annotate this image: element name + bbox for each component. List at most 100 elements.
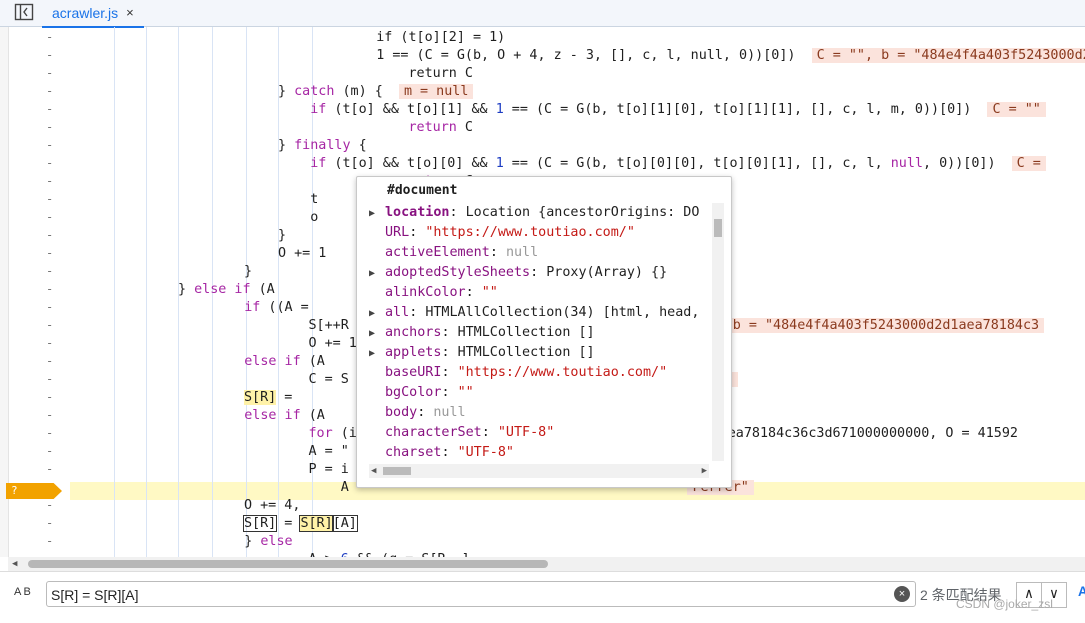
code-line[interactable]: A = " <box>244 443 348 461</box>
editor-scroll-thumb[interactable] <box>28 560 548 568</box>
search-options-icon[interactable]: A <box>1078 584 1085 599</box>
inline-value: = 1, b = "484e4f4a403f5243000d2d1aea7818… <box>679 318 1045 333</box>
property-name: bgColor <box>385 385 442 400</box>
expand-triangle-icon[interactable]: ▶ <box>369 304 385 323</box>
gutter-line-marker[interactable]: - <box>46 228 66 242</box>
code-line[interactable]: t <box>278 191 318 209</box>
expand-triangle-icon[interactable]: ▶ <box>369 344 385 363</box>
property-row[interactable]: activeElement: null <box>369 243 709 263</box>
expand-triangle-icon[interactable]: ▶ <box>369 324 385 343</box>
gutter-line-marker[interactable]: - <box>46 30 66 44</box>
line-gutter[interactable]: ------------------------------ <box>8 27 78 566</box>
file-tab-acrawler[interactable]: acrawler.js × <box>42 0 144 28</box>
gutter-line-marker[interactable]: - <box>46 390 66 404</box>
popover-vertical-scrollbar[interactable] <box>712 203 724 461</box>
property-row[interactable]: bgColor: "" <box>369 383 709 403</box>
code-line[interactable]: if (t[o] && t[o][1] && 1 == (C = G(b, t[… <box>278 101 1046 119</box>
gutter-line-marker[interactable]: - <box>46 336 66 350</box>
gutter-line-marker[interactable]: - <box>46 66 66 80</box>
code-line[interactable]: if (t[o][2] = 1) <box>344 29 505 47</box>
code-line[interactable]: return C <box>344 65 473 83</box>
code-line[interactable]: else if (A <box>212 353 325 371</box>
gutter-line-marker[interactable]: - <box>46 282 66 296</box>
property-row[interactable]: ▶ location: Location {ancestorOrigins: DO <box>369 203 709 223</box>
scroll-left-icon[interactable]: ◀ <box>12 557 17 571</box>
file-tab-label: acrawler.js <box>52 5 119 21</box>
expand-triangle-icon[interactable]: ▶ <box>369 264 385 283</box>
editor-tab-bar: acrawler.js × <box>0 0 1085 28</box>
gutter-line-marker[interactable]: - <box>46 246 66 260</box>
code-line[interactable]: o <box>278 209 318 227</box>
code-line[interactable]: O += 4, <box>244 497 300 515</box>
gutter-line-marker[interactable]: - <box>46 408 66 422</box>
gutter-line-marker[interactable]: - <box>46 192 66 206</box>
gutter-line-marker[interactable]: - <box>46 534 66 548</box>
code-line[interactable]: 1 == (C = G(b, O + 4, z - 3, [], c, l, n… <box>344 47 1085 65</box>
gutter-line-marker[interactable]: - <box>46 48 66 62</box>
close-icon[interactable]: × <box>126 1 134 25</box>
code-token: ((A = <box>260 300 317 315</box>
gutter-line-marker[interactable]: - <box>46 300 66 314</box>
code-line[interactable]: } else <box>212 533 292 551</box>
property-value: HTMLCollection [] <box>457 345 595 360</box>
execution-marker[interactable]: ? <box>6 483 62 499</box>
code-line[interactable]: } <box>244 263 252 281</box>
editor-horizontal-scrollbar[interactable]: ◀ <box>8 557 1085 571</box>
code-token: t <box>278 192 319 207</box>
code-line[interactable]: S[R] = S[R][A] <box>242 515 358 533</box>
property-row[interactable]: URL: "https://www.toutiao.com/" <box>369 223 709 243</box>
gutter-line-marker[interactable]: - <box>46 318 66 332</box>
property-name: anchors <box>385 325 442 340</box>
gutter-line-marker[interactable]: - <box>46 210 66 224</box>
code-token: if <box>244 300 261 315</box>
property-row[interactable]: charset: "UTF-8" <box>369 443 709 463</box>
code-line[interactable]: else if (A <box>212 407 325 425</box>
property-row[interactable]: body: null <box>369 403 709 423</box>
gutter-line-marker[interactable]: - <box>46 174 66 188</box>
code-line[interactable]: return C <box>344 119 474 137</box>
property-row[interactable]: baseURI: "https://www.toutiao.com/" <box>369 363 709 383</box>
property-row[interactable]: ▶ anchors: HTMLCollection [] <box>369 323 709 343</box>
gutter-line-marker[interactable]: - <box>46 120 66 134</box>
code-line[interactable]: } finally { <box>278 137 367 155</box>
code-line[interactable]: if ((A = <box>212 299 317 317</box>
scroll-right-icon[interactable]: ▶ <box>702 464 707 478</box>
gutter-line-marker[interactable]: - <box>46 138 66 152</box>
object-preview-popover[interactable]: #document ◀ ▶ ▶ location: Location {ances… <box>356 176 732 488</box>
gutter-line-marker[interactable]: - <box>46 102 66 116</box>
gutter-line-marker[interactable]: - <box>46 516 66 530</box>
property-row[interactable]: characterSet: "UTF-8" <box>369 423 709 443</box>
gutter-line-marker[interactable]: - <box>46 84 66 98</box>
gutter-line-marker[interactable]: - <box>46 462 66 476</box>
code-line[interactable]: } <box>278 227 286 245</box>
code-line[interactable]: P = i <box>244 461 348 479</box>
gutter-line-marker[interactable]: - <box>46 372 66 386</box>
gutter-line-marker[interactable]: - <box>46 354 66 368</box>
property-row[interactable]: ▶ all: HTMLAllCollection(34) [html, head, <box>369 303 709 323</box>
property-row[interactable]: ▶ applets: HTMLCollection [] <box>369 343 709 363</box>
property-row[interactable]: ▶ adoptedStyleSheets: Proxy(Array) {} <box>369 263 709 283</box>
toggle-navigator-icon[interactable] <box>14 3 34 21</box>
gutter-line-marker[interactable]: - <box>46 264 66 278</box>
match-case-icon[interactable]: A B <box>14 586 31 598</box>
popover-scroll-thumb[interactable] <box>714 219 722 237</box>
code-line[interactable]: } else if (A <box>178 281 275 299</box>
code-line[interactable]: if (t[o] && t[o][0] && 1 == (C = G(b, t[… <box>278 155 1046 173</box>
popover-hscroll-thumb[interactable] <box>383 467 411 475</box>
property-row[interactable]: alinkColor: "" <box>369 283 709 303</box>
clear-search-icon[interactable]: × <box>894 586 910 602</box>
gutter-line-marker[interactable]: - <box>46 156 66 170</box>
code-token: A <box>244 480 349 495</box>
code-line[interactable]: S[R] = <box>244 389 292 407</box>
search-input[interactable]: S[R] = S[R][A] <box>46 581 916 607</box>
expand-triangle-icon[interactable]: ▶ <box>369 204 385 223</box>
gutter-line-marker[interactable]: - <box>46 426 66 440</box>
gutter-line-marker[interactable]: - <box>46 444 66 458</box>
gutter-line-marker[interactable]: - <box>46 498 66 512</box>
popover-horizontal-scrollbar[interactable]: ◀ ▶ <box>369 464 709 478</box>
code-line[interactable]: } catch (m) { m = null <box>278 83 474 101</box>
code-line[interactable]: O += 1 <box>278 245 326 263</box>
code-line[interactable]: O += 1 <box>244 335 356 353</box>
scroll-left-icon[interactable]: ◀ <box>371 464 376 478</box>
